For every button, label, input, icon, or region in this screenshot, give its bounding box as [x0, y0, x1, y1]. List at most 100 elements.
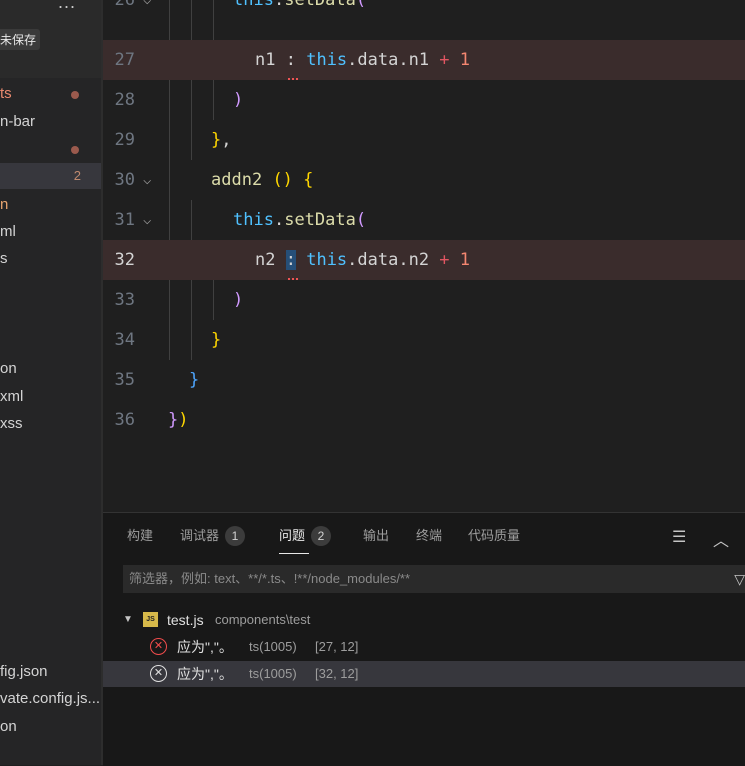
file-item[interactable]: on — [0, 714, 101, 740]
code-text: this.setData( — [233, 210, 367, 230]
problem-source: ts(1005) — [249, 639, 297, 654]
code-line: 30 ⌵ addn2 () { — [103, 160, 745, 200]
tab-count-badge: 2 — [311, 526, 332, 546]
file-item[interactable]: s — [0, 246, 101, 272]
js-file-icon: JS — [143, 612, 158, 627]
code-text: ) — [233, 290, 244, 310]
file-label: fig.json — [0, 663, 48, 680]
tab-debugger[interactable]: 调试器 1 — [180, 525, 246, 546]
tab-label: 代码质量 — [468, 528, 521, 543]
file-item-selected[interactable]: 2 — [0, 163, 101, 189]
file-item[interactable]: ml — [0, 219, 101, 245]
code-line: 28 ) — [103, 80, 745, 120]
file-name: test.js — [167, 612, 204, 628]
fold-chevron-icon[interactable]: ⌵ — [143, 0, 151, 20]
file-label: n — [0, 196, 9, 213]
file-label: ml — [0, 223, 16, 240]
line-number: 31 — [114, 210, 135, 230]
tab-label: 终端 — [416, 528, 443, 543]
line-number: 36 — [114, 410, 135, 430]
tab-label: 构建 — [127, 528, 154, 543]
file-item[interactable]: ts — [0, 81, 101, 107]
line-number: 27 — [114, 50, 135, 70]
unsaved-indicator: 未保存 — [0, 29, 41, 50]
tab-label: 调试器 — [180, 528, 220, 543]
explorer-sidebar: ... 未保存 ts n-bar 2 n ml s on xml xss fig… — [0, 0, 101, 765]
file-label: on — [0, 360, 17, 377]
fold-chevron-icon[interactable]: ⌵ — [143, 200, 151, 240]
code-text: }) — [168, 410, 189, 430]
problem-source: ts(1005) — [249, 666, 297, 681]
problem-message: 应为","。 — [177, 639, 233, 655]
code-line: 36 }) — [103, 400, 745, 440]
file-path: components\test — [215, 612, 311, 627]
code-text: ) — [233, 90, 244, 110]
problem-row-selected[interactable]: ✕ 应为","。 ts(1005) [32, 12] — [103, 661, 745, 687]
file-item[interactable]: n — [0, 192, 101, 218]
chevron-down-icon[interactable]: ▼ — [123, 609, 133, 631]
file-label: s — [0, 250, 8, 267]
line-number: 30 — [114, 170, 135, 190]
file-item[interactable]: xml — [0, 384, 101, 410]
line-number: 34 — [114, 330, 135, 350]
code-line: 29 }, — [103, 120, 745, 160]
tab-problems[interactable]: 问题 2 — [279, 525, 332, 554]
line-number: 28 — [114, 90, 135, 110]
file-item[interactable] — [0, 136, 101, 162]
line-number: 33 — [114, 290, 135, 310]
more-actions-icon[interactable]: ... — [58, 0, 76, 13]
code-line: 35 } — [103, 360, 745, 400]
code-line: 26 ⌵ this.setData( — [103, 0, 745, 40]
file-item[interactable]: on — [0, 356, 101, 382]
file-item[interactable]: vate.config.js... — [0, 686, 101, 712]
line-number: 35 — [114, 370, 135, 390]
funnel-icon[interactable]: ▽ — [734, 565, 745, 593]
code-line: 31 ⌵ this.setData( — [103, 200, 745, 240]
code-text: this.setData( — [233, 0, 367, 10]
file-label: vate.config.js... — [0, 690, 101, 707]
problems-filter-input[interactable]: 筛选器，例如: text、**/*.ts、!**/node_modules/**… — [123, 565, 745, 593]
file-label: xml — [0, 388, 24, 405]
code-text: } — [189, 370, 200, 390]
problem-row[interactable]: ✕ 应为","。 ts(1005) [27, 12] — [103, 634, 745, 660]
file-label: ts — [0, 85, 12, 102]
code-text: } — [211, 330, 222, 350]
line-number-active: 32 — [114, 250, 135, 270]
code-line-error: 27 n1 : this.data.n1 + 1 — [103, 40, 745, 80]
file-item[interactable]: xss — [0, 411, 101, 437]
tab-count-badge: 1 — [225, 526, 246, 546]
chevron-up-icon[interactable]: ︿ — [713, 527, 729, 551]
file-label: xss — [0, 415, 23, 432]
line-number: 29 — [114, 130, 135, 150]
filter-list-icon[interactable]: ☰ — [672, 527, 686, 547]
file-label: on — [0, 718, 17, 735]
tab-code-quality[interactable]: 代码质量 — [468, 525, 520, 544]
fold-chevron-icon[interactable]: ⌵ — [143, 160, 151, 200]
filter-placeholder: 筛选器，例如: text、**/*.ts、!**/node_modules/** — [129, 571, 411, 586]
line-number: 26 — [114, 0, 135, 10]
tab-build[interactable]: 构建 — [127, 525, 153, 544]
modified-dot — [71, 91, 79, 99]
tab-output[interactable]: 输出 — [363, 525, 389, 544]
file-label: n-bar — [0, 113, 36, 130]
code-line-error-active: 32 n2 : this.data.n2 + 1 — [103, 240, 745, 280]
code-text: addn2 () { — [211, 170, 314, 190]
tab-terminal[interactable]: 终端 — [416, 525, 442, 544]
problem-location: [27, 12] — [315, 639, 359, 654]
bottom-panel: 构建 调试器 1 问题 2 输出 终端 代码质量 ☰ ︿ 筛选器，例如: text、… — [103, 512, 745, 766]
tab-label: 输出 — [363, 528, 390, 543]
error-icon: ✕ — [150, 665, 167, 682]
error-icon: ✕ — [150, 638, 167, 655]
problem-count-badge: 2 — [73, 168, 81, 183]
modified-dot — [71, 146, 79, 154]
file-item[interactable]: fig.json — [0, 659, 101, 685]
code-line: 33 ) — [103, 280, 745, 320]
code-line: 34 } — [103, 320, 745, 360]
problem-message: 应为","。 — [177, 666, 233, 682]
problem-file-group[interactable]: ▼ JS test.js components\test — [103, 609, 745, 631]
tab-label: 问题 — [279, 528, 306, 543]
code-text: }, — [211, 130, 232, 150]
file-item[interactable]: n-bar — [0, 109, 101, 135]
code-editor[interactable]: 26 ⌵ this.setData( 27 n1 : this.data.n1 … — [103, 0, 745, 512]
problem-location: [32, 12] — [315, 666, 359, 681]
